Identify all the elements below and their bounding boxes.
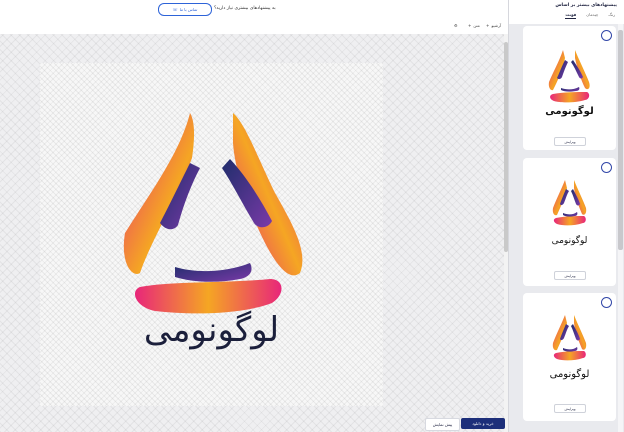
panel-scrollbar-thumb[interactable] bbox=[618, 30, 623, 250]
panel-title: پیشنهادهای بیشتر بر اساس bbox=[555, 3, 617, 8]
phone-icon: ☏ bbox=[172, 7, 178, 12]
panel-header: پیشنهادهای بیشتر بر اساس رنگ چیدمان فونت bbox=[509, 0, 624, 24]
tab-layout[interactable]: چیدمان bbox=[586, 12, 598, 19]
contact-us-label: تماس با ما bbox=[179, 7, 198, 12]
panel-scrollbar[interactable] bbox=[618, 24, 623, 432]
tab-color[interactable]: رنگ bbox=[608, 12, 615, 19]
suggestions-panel: پیشنهادهای بیشتر بر اساس رنگ چیدمان فونت… bbox=[508, 0, 624, 432]
logo-artboard[interactable]: لوگونومی bbox=[40, 63, 383, 406]
card-wordmark: لوگونومی bbox=[551, 236, 588, 246]
bottom-actions: پیش نمایش خرید و دانلود bbox=[425, 418, 505, 431]
archive-label: آرشیو bbox=[491, 23, 502, 28]
edit-button[interactable]: ویرایش bbox=[554, 271, 586, 280]
plus-icon: + bbox=[468, 23, 472, 28]
card-wordmark: لوگونومی bbox=[549, 369, 590, 380]
suggestion-card[interactable]: لوگونومی ویرایش bbox=[523, 158, 616, 286]
badge-icon bbox=[601, 30, 612, 41]
edit-button[interactable]: ویرایش bbox=[554, 404, 586, 413]
badge-icon bbox=[601, 162, 612, 173]
editor-canvas: لوگونومی bbox=[0, 34, 506, 432]
suggestion-card[interactable]: لوگونومی ویرایش bbox=[523, 26, 616, 150]
card-logo-symbol bbox=[552, 315, 587, 361]
card-logo-symbol bbox=[552, 180, 587, 226]
preview-button[interactable]: پیش نمایش bbox=[425, 418, 460, 431]
logo-wordmark[interactable]: لوگونومی bbox=[40, 310, 383, 350]
card-wordmark: لوگونومی bbox=[545, 106, 594, 117]
tab-font[interactable]: فونت bbox=[565, 12, 577, 19]
editor-toolbar: ⚙ + متن + آرشیو bbox=[0, 20, 508, 34]
add-text-button[interactable]: + متن bbox=[468, 23, 480, 28]
archive-button[interactable]: + آرشیو bbox=[486, 23, 501, 28]
add-text-label: متن bbox=[473, 23, 480, 28]
top-bar: ☏ تماس با ما به پیشنهادهای بیشتری نیاز د… bbox=[0, 0, 508, 21]
suggestion-card[interactable]: لوگونومی ویرایش bbox=[523, 293, 616, 421]
gear-icon[interactable]: ⚙ bbox=[454, 23, 458, 28]
edit-button[interactable]: ویرایش bbox=[554, 137, 586, 146]
plus-icon: + bbox=[486, 23, 490, 28]
badge-icon bbox=[601, 297, 612, 308]
more-suggestions-text: به پیشنهادهای بیشتری نیاز دارید؟ bbox=[214, 6, 276, 11]
panel-tabs: رنگ چیدمان فونت bbox=[565, 12, 615, 19]
logo-symbol bbox=[123, 113, 303, 314]
contact-us-button[interactable]: ☏ تماس با ما bbox=[158, 3, 212, 16]
buy-download-button[interactable]: خرید و دانلود bbox=[461, 418, 505, 429]
card-logo-symbol bbox=[548, 50, 590, 103]
